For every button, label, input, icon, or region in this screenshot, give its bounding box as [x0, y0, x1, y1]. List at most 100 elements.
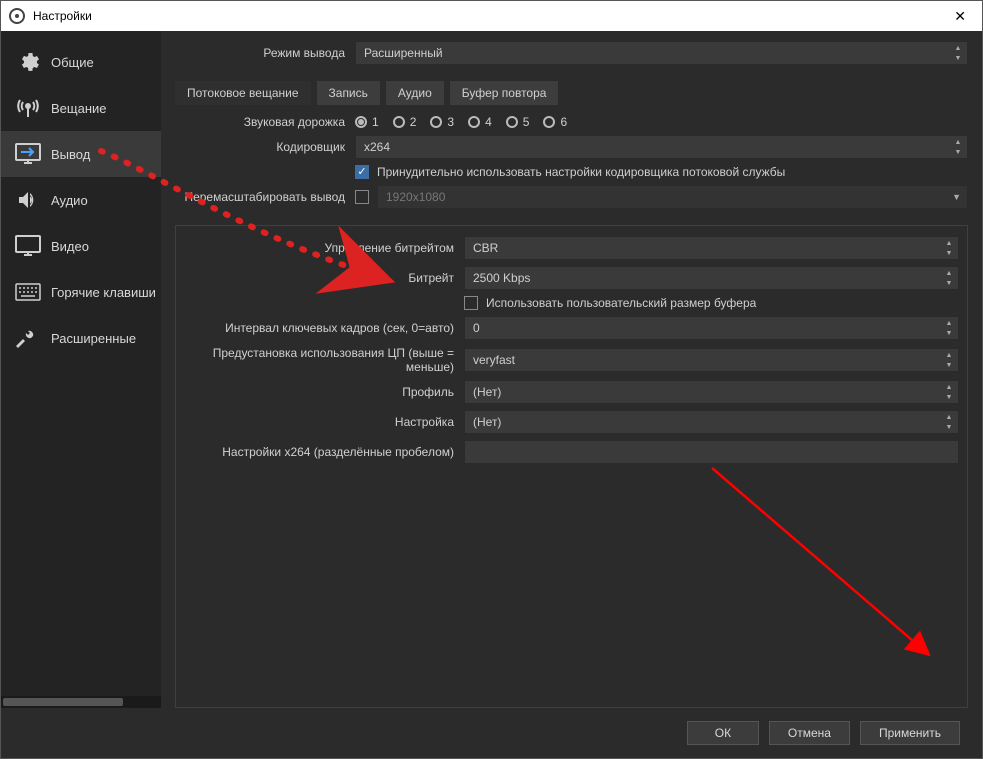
- antenna-icon: [15, 95, 41, 121]
- sidebar-item-label: Вещание: [51, 101, 107, 116]
- track-4-radio[interactable]: 4: [468, 115, 492, 129]
- tab-streaming[interactable]: Потоковое вещание: [175, 81, 311, 105]
- output-icon: [15, 141, 41, 167]
- tab-replay-buffer[interactable]: Буфер повтора: [450, 81, 559, 105]
- rate-control-label: Управление битрейтом: [184, 241, 464, 255]
- gear-icon: [15, 49, 41, 75]
- audio-track-radios: 1 2 3 4 5 6: [355, 115, 567, 129]
- sidebar: Общие Вещание Вывод Аудио: [1, 31, 161, 708]
- rescale-row: Перемасштабировать вывод 1920x1080 ▼: [175, 185, 968, 209]
- bitrate-label: Битрейт: [184, 271, 464, 285]
- profile-row: Профиль (Нет) ▲▼: [184, 380, 959, 404]
- output-mode-select[interactable]: Расширенный ▲▼: [355, 41, 968, 65]
- tab-audio[interactable]: Аудио: [386, 81, 444, 105]
- updown-icon: ▲▼: [942, 268, 956, 288]
- output-tabs: Потоковое вещание Запись Аудио Буфер пов…: [175, 81, 968, 105]
- sidebar-item-stream[interactable]: Вещание: [1, 85, 161, 131]
- updown-icon: ▲▼: [942, 412, 956, 432]
- keyint-value: 0: [473, 321, 480, 335]
- encoder-label: Кодировщик: [175, 140, 355, 154]
- apply-button[interactable]: Применить: [860, 721, 960, 745]
- rate-control-select[interactable]: CBR ▲▼: [464, 236, 959, 260]
- bitrate-value: 2500 Kbps: [473, 271, 530, 285]
- tune-row: Настройка (Нет) ▲▼: [184, 410, 959, 434]
- keyint-label: Интервал ключевых кадров (сек, 0=авто): [184, 321, 464, 335]
- sidebar-item-label: Расширенные: [51, 331, 136, 346]
- rescale-select[interactable]: 1920x1080 ▼: [377, 185, 968, 209]
- audio-track-row: Звуковая дорожка 1 2 3 4 5 6: [175, 115, 968, 129]
- rate-control-value: CBR: [473, 241, 498, 255]
- track-5-radio[interactable]: 5: [506, 115, 530, 129]
- sidebar-item-hotkeys[interactable]: Горячие клавиши: [1, 269, 161, 315]
- sidebar-item-label: Аудио: [51, 193, 88, 208]
- rescale-label: Перемасштабировать вывод: [175, 190, 355, 204]
- tab-recording[interactable]: Запись: [317, 81, 380, 105]
- bitrate-input[interactable]: 2500 Kbps ▲▼: [464, 266, 959, 290]
- sidebar-item-label: Общие: [51, 55, 94, 70]
- encoder-row: Кодировщик x264 ▲▼: [175, 135, 968, 159]
- audio-track-label: Звуковая дорожка: [175, 115, 355, 129]
- custom-buffer-checkbox[interactable]: [464, 296, 478, 310]
- enforce-row: Принудительно использовать настройки код…: [175, 165, 968, 179]
- titlebar: Настройки ✕: [1, 1, 982, 31]
- x264opts-row: Настройки x264 (разделённые пробелом): [184, 440, 959, 464]
- track-6-radio[interactable]: 6: [543, 115, 567, 129]
- sidebar-scrollbar[interactable]: [1, 696, 161, 708]
- tools-icon: [15, 325, 41, 351]
- custom-buffer-label: Использовать пользовательский размер буф…: [486, 296, 756, 310]
- profile-select[interactable]: (Нет) ▲▼: [464, 380, 959, 404]
- speaker-icon: [15, 187, 41, 213]
- main-pane: Режим вывода Расширенный ▲▼ Потоковое ве…: [161, 31, 982, 708]
- sidebar-item-video[interactable]: Видео: [1, 223, 161, 269]
- close-icon[interactable]: ✕: [946, 8, 974, 25]
- track-1-radio[interactable]: 1: [355, 115, 379, 129]
- rescale-checkbox[interactable]: [355, 190, 369, 204]
- preset-row: Предустановка использования ЦП (выше = м…: [184, 346, 959, 374]
- output-mode-value: Расширенный: [364, 46, 443, 60]
- profile-value: (Нет): [473, 385, 501, 399]
- keyboard-icon: [15, 279, 41, 305]
- tune-select[interactable]: (Нет) ▲▼: [464, 410, 959, 434]
- updown-icon: ▲▼: [942, 382, 956, 402]
- output-mode-label: Режим вывода: [175, 46, 355, 60]
- sidebar-item-general[interactable]: Общие: [1, 39, 161, 85]
- encoder-value: x264: [364, 140, 390, 154]
- updown-icon: ▲▼: [942, 238, 956, 258]
- window-title: Настройки: [33, 9, 92, 23]
- updown-icon: ▲▼: [942, 318, 956, 338]
- keyint-input[interactable]: 0 ▲▼: [464, 316, 959, 340]
- sidebar-item-label: Вывод: [51, 147, 90, 162]
- preset-select[interactable]: veryfast ▲▼: [464, 348, 959, 372]
- updown-icon: ▲▼: [951, 137, 965, 157]
- x264opts-input[interactable]: [464, 440, 959, 464]
- rate-control-row: Управление битрейтом CBR ▲▼: [184, 236, 959, 260]
- updown-icon: ▲▼: [942, 350, 956, 370]
- chevron-down-icon: ▼: [952, 192, 961, 202]
- ok-button[interactable]: ОК: [687, 721, 759, 745]
- preset-label: Предустановка использования ЦП (выше = м…: [184, 346, 464, 374]
- encoder-panel: Управление битрейтом CBR ▲▼ Битрейт 2500…: [175, 225, 968, 708]
- settings-window: Настройки ✕ Общие Вещание Вы: [0, 0, 983, 759]
- app-icon: [9, 8, 25, 24]
- body: Общие Вещание Вывод Аудио: [1, 31, 982, 708]
- custom-buffer-row: Использовать пользовательский размер буф…: [184, 296, 959, 310]
- tune-value: (Нет): [473, 415, 501, 429]
- preset-value: veryfast: [473, 353, 515, 367]
- output-mode-row: Режим вывода Расширенный ▲▼: [175, 41, 968, 65]
- sidebar-item-label: Видео: [51, 239, 89, 254]
- monitor-icon: [15, 233, 41, 259]
- track-3-radio[interactable]: 3: [430, 115, 454, 129]
- tune-label: Настройка: [184, 415, 464, 429]
- sidebar-item-output[interactable]: Вывод: [1, 131, 161, 177]
- cancel-button[interactable]: Отмена: [769, 721, 850, 745]
- keyint-row: Интервал ключевых кадров (сек, 0=авто) 0…: [184, 316, 959, 340]
- track-2-radio[interactable]: 2: [393, 115, 417, 129]
- sidebar-item-label: Горячие клавиши: [51, 285, 156, 300]
- enforce-checkbox[interactable]: [355, 165, 369, 179]
- rescale-value: 1920x1080: [386, 190, 445, 204]
- sidebar-item-audio[interactable]: Аудио: [1, 177, 161, 223]
- x264opts-label: Настройки x264 (разделённые пробелом): [184, 445, 464, 459]
- encoder-select[interactable]: x264 ▲▼: [355, 135, 968, 159]
- sidebar-item-advanced[interactable]: Расширенные: [1, 315, 161, 361]
- enforce-label: Принудительно использовать настройки код…: [377, 165, 785, 179]
